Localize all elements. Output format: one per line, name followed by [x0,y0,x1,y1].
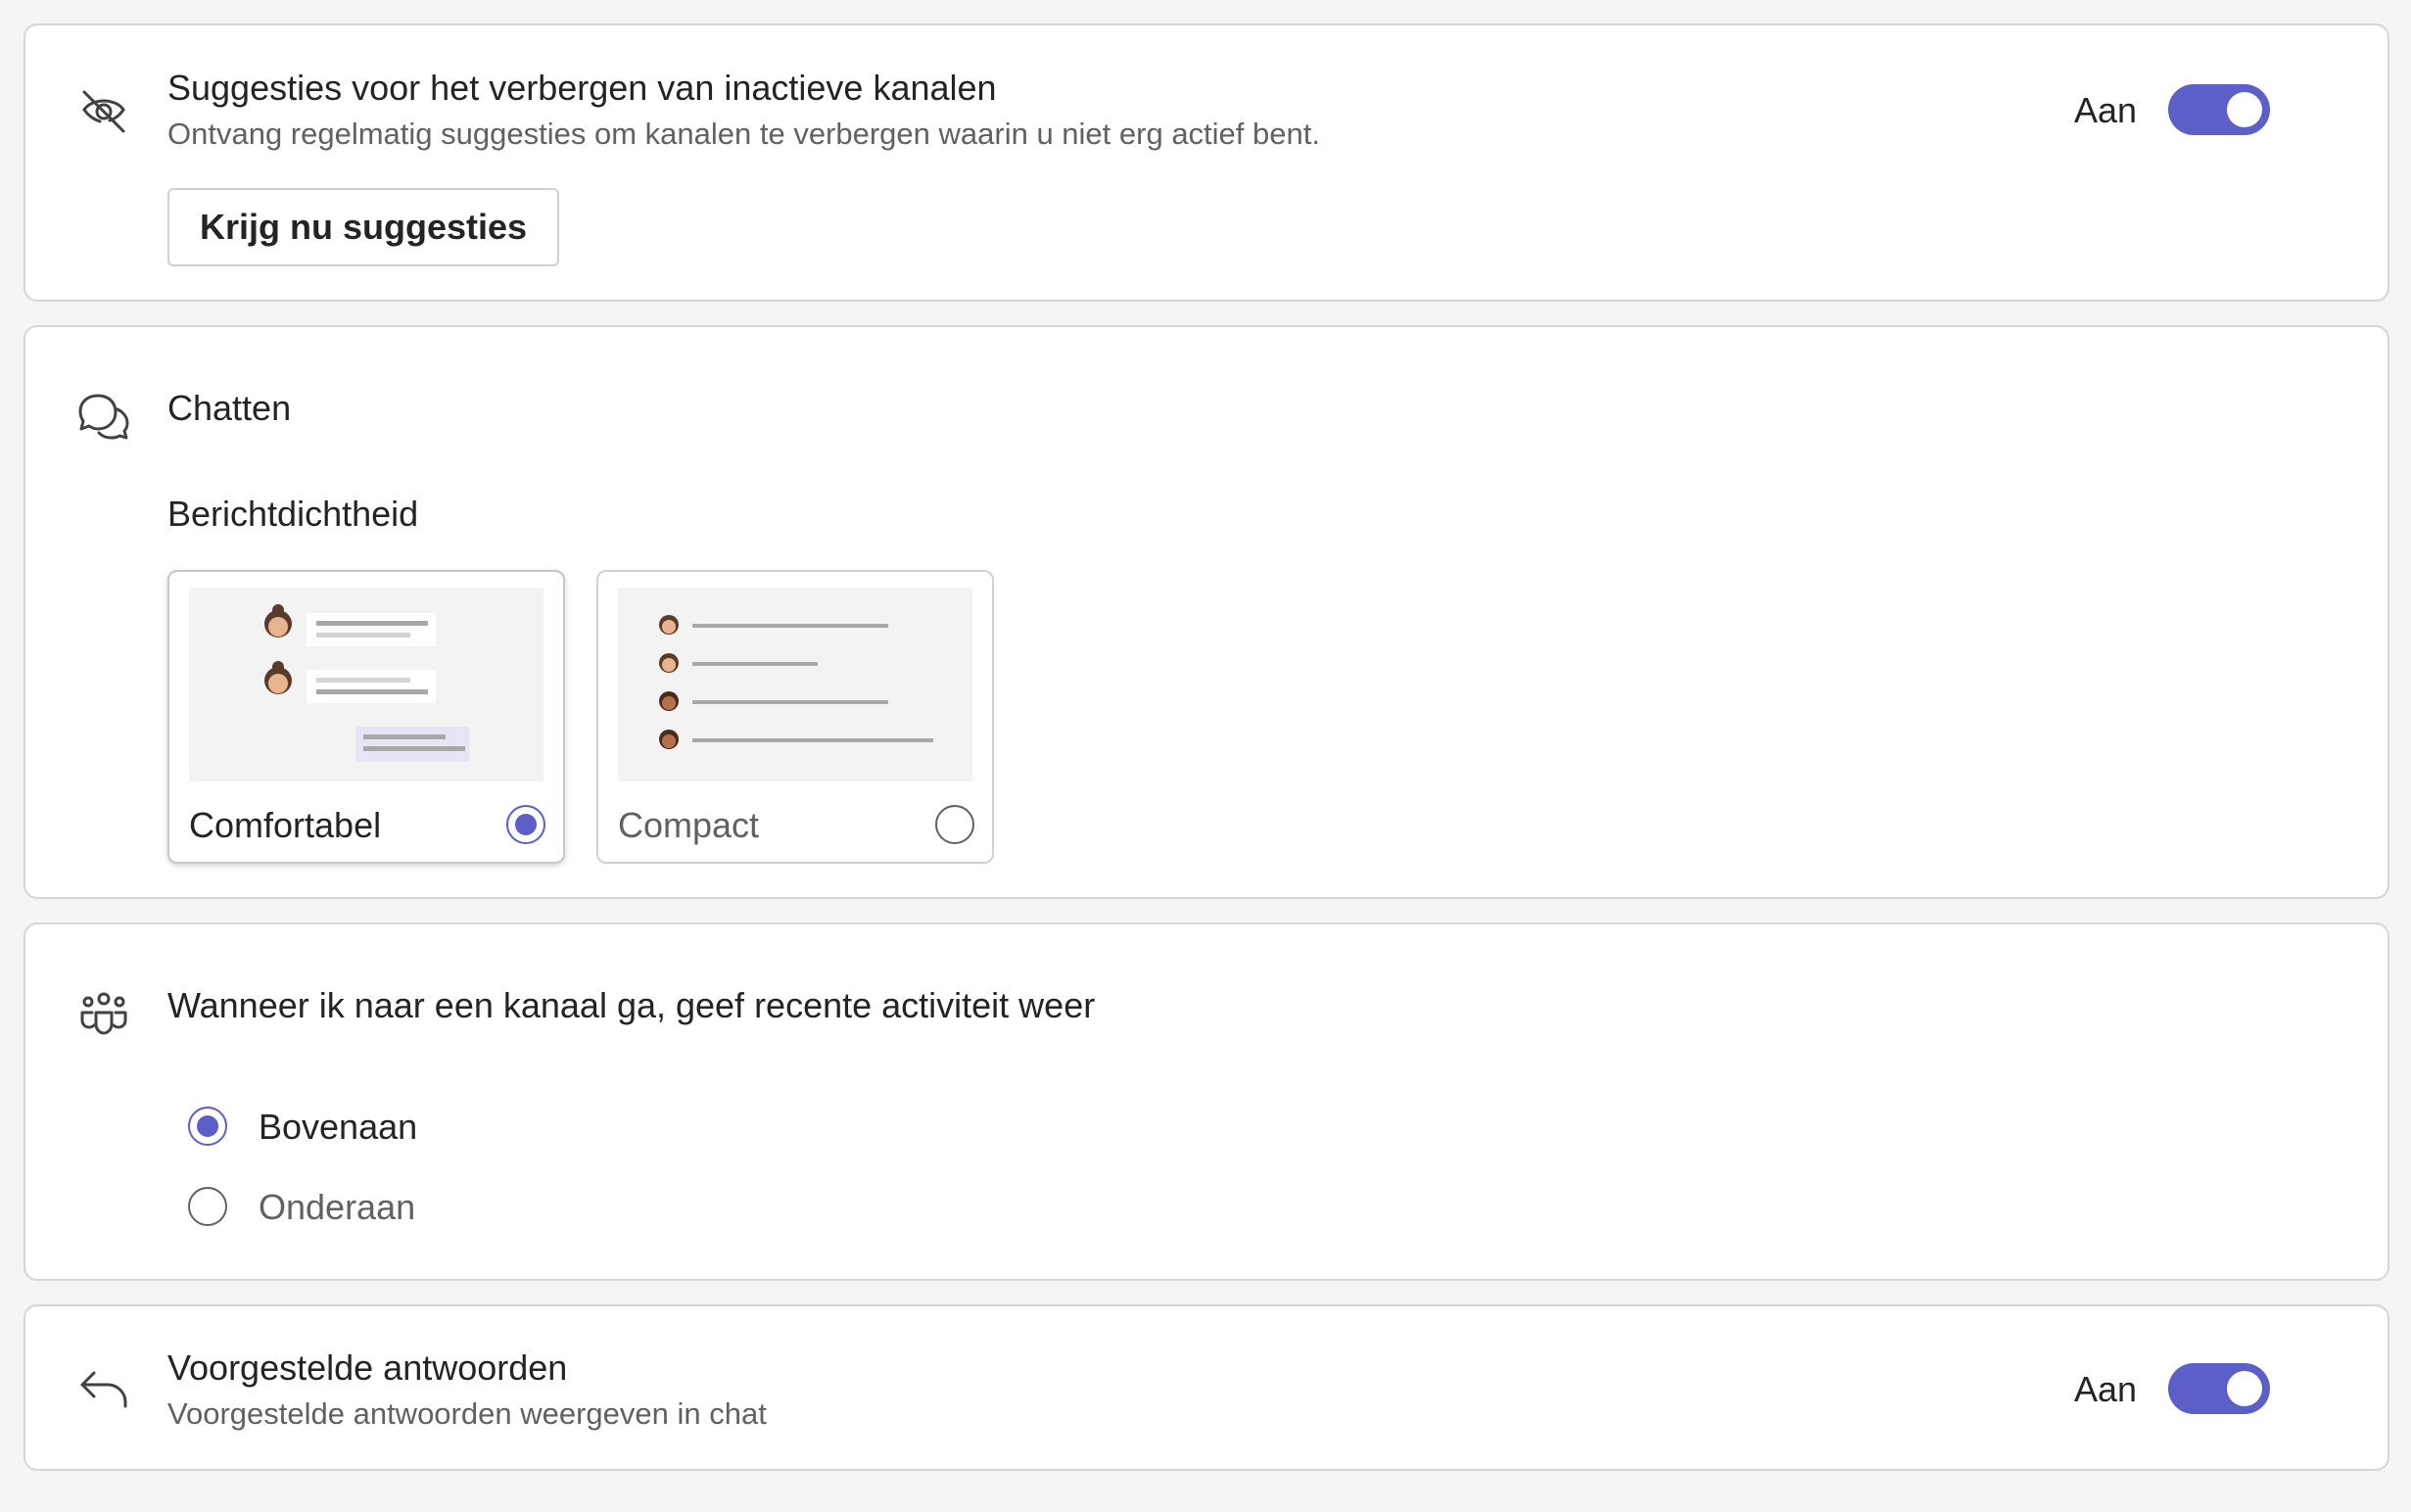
people-group-icon [74,985,133,1044]
option-top-label[interactable]: Bovenaan [259,1107,417,1148]
suggested-replies-title: Voorgestelde antwoorden [167,1347,568,1388]
hide-channels-toggle-label: Aan [2074,90,2138,130]
channel-activity-card: Wanneer ik naar een kanaal ga, geef rece… [24,922,2389,1281]
density-option-label: Comfortabel [189,805,382,845]
density-option-label: Compact [618,805,760,845]
hide-channels-card: Suggesties voor het verbergen van inacti… [24,24,2389,302]
density-radio-compact[interactable] [935,805,974,844]
reply-arrow-icon [74,1359,133,1418]
radio-bottom[interactable] [188,1187,227,1226]
toggle-knob [2227,1371,2262,1406]
comfortable-preview [189,588,544,781]
hide-channels-description: Ontvang regelmatig suggesties om kanalen… [167,117,1320,151]
hide-channels-toggle[interactable] [2168,84,2270,135]
channel-activity-title: Wanneer ik naar een kanaal ga, geef rece… [167,985,1096,1025]
chat-bubbles-icon [74,388,133,447]
toggle-knob [2227,92,2262,127]
density-option-compact[interactable]: Compact [596,570,994,864]
compact-preview [618,588,972,781]
hide-channels-title: Suggesties voor het verbergen van inacti… [167,68,997,108]
option-bottom-label[interactable]: Onderaan [259,1187,415,1228]
density-heading: Berichtdichtheid [167,494,419,534]
suggested-replies-description: Voorgestelde antwoorden weergeven in cha… [167,1396,767,1431]
density-option-comfortable[interactable]: Comfortabel [167,570,565,864]
chat-title: Chatten [167,388,292,428]
density-radio-comfortable[interactable] [506,805,545,844]
chat-card: Chatten Berichtdichtheid Comfortabel Com… [24,325,2389,899]
eye-off-icon [74,80,133,139]
suggested-replies-toggle[interactable] [2168,1363,2270,1414]
radio-top[interactable] [188,1107,227,1146]
get-suggestions-button[interactable]: Krijg nu suggesties [167,188,559,266]
suggested-replies-toggle-label: Aan [2074,1369,2138,1409]
suggested-replies-card: Voorgestelde antwoorden Voorgestelde ant… [24,1304,2389,1471]
